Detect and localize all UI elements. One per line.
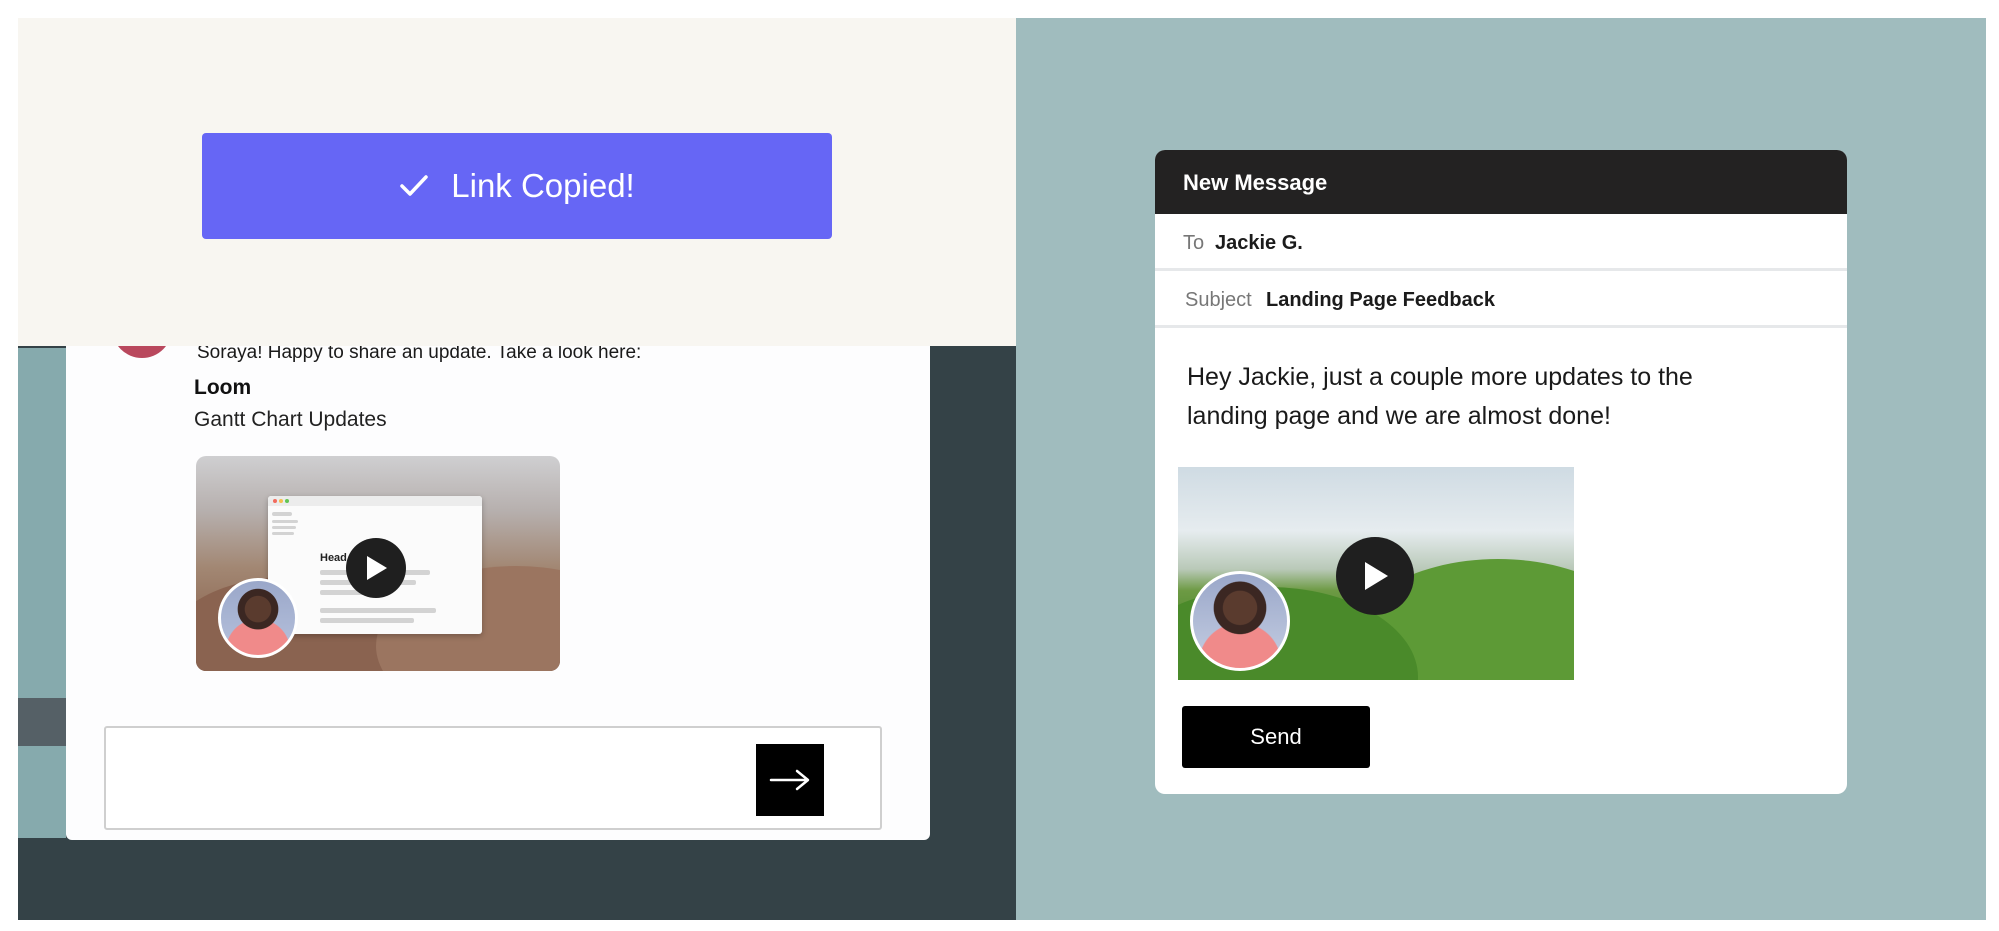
content-line [320,608,436,613]
email-body[interactable]: Hey Jackie, just a couple more updates t… [1187,358,1767,436]
play-icon[interactable] [1336,537,1414,615]
link-copied-overlay: Link Copied! [18,18,1016,346]
link-preview-app-name: Loom [194,376,252,399]
to-value: Jackie G. [1215,232,1303,254]
background-band [18,698,66,746]
window-dot [285,499,289,503]
send-button[interactable]: Send [1182,706,1370,768]
presenter-bubble [1190,571,1290,671]
window-titlebar [268,496,482,506]
chat-panel: Soraya! Happy to share an update. Take a… [18,18,1016,920]
email-header: New Message [1155,150,1847,214]
video-thumbnail[interactable]: Head [196,456,560,671]
presenter-bubble [218,578,298,658]
content-line [320,618,414,623]
email-subject-field[interactable]: Subject Landing Page Feedback [1155,271,1847,328]
link-copied-label: Link Copied! [451,167,635,204]
email-compose-window: New Message To Jackie G. Subject Landing… [1155,150,1847,794]
window-dot [279,499,283,503]
email-panel: New Message To Jackie G. Subject Landing… [1016,18,1986,920]
link-copied-button[interactable]: Link Copied! [202,133,832,239]
sidebar-line [272,520,298,523]
send-button[interactable] [756,744,824,816]
subject-label: Subject [1185,289,1252,311]
background-strip [18,348,66,716]
email-window-title: New Message [1183,170,1328,195]
email-to-field[interactable]: To Jackie G. [1155,214,1847,271]
sidebar-line [272,512,292,516]
window-dot [273,499,277,503]
to-label: To [1183,232,1205,254]
video-thumbnail[interactable] [1178,467,1574,680]
chat-card: Soraya! Happy to share an update. Take a… [66,298,930,840]
link-preview-title[interactable]: Gantt Chart Updates [194,408,387,432]
sidebar-line [272,526,296,529]
thumbnail-heading: Head [320,552,347,564]
checkmark-icon [400,175,429,196]
sidebar-line [272,532,294,535]
arrow-right-icon [769,769,810,791]
background-strip [18,746,66,838]
play-icon[interactable] [346,538,406,598]
subject-value: Landing Page Feedback [1266,289,1495,311]
